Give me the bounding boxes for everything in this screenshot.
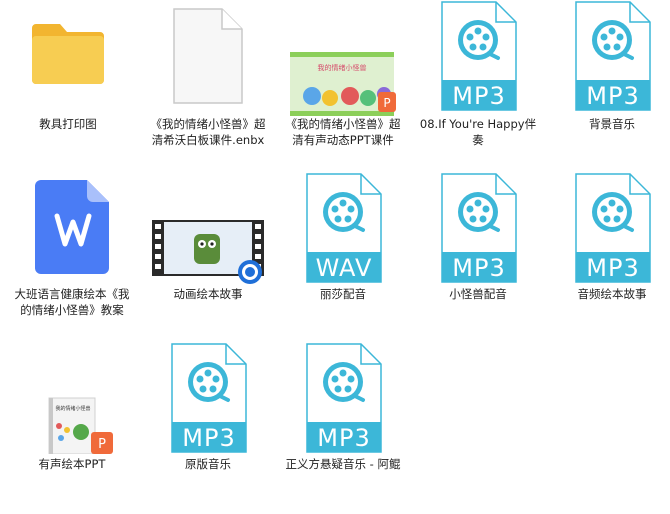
media-player-icon: MP3 <box>575 1 651 111</box>
file-label: 《我的情绪小怪兽》超清有声动态PPT课件 <box>285 117 401 147</box>
file-label: 背景音乐 <box>589 117 635 131</box>
file-item-enbx[interactable]: 《我的情绪小怪兽》超清希沃白板课件.enbx <box>148 6 268 176</box>
media-player-icon: MP3 <box>575 173 651 283</box>
file-label: 音频绘本故事 <box>577 287 647 301</box>
svg-text:P: P <box>98 437 106 452</box>
file-label: 动画绘本故事 <box>173 287 243 301</box>
media-player-icon: WAV <box>306 173 382 283</box>
file-item-mp3-happy[interactable]: MP3 08.If You're Happy伴奏 <box>418 0 538 170</box>
file-label: 丽莎配音 <box>320 287 366 301</box>
blank-document-icon <box>173 8 243 104</box>
file-item-mp3-background[interactable]: MP3 背景音乐 <box>552 0 670 170</box>
video-thumbnail-icon <box>152 220 264 284</box>
file-extension: MP3 <box>586 254 639 282</box>
media-player-icon: MP3 <box>441 173 517 283</box>
file-label: 教具打印图 <box>39 117 97 131</box>
wps-document-icon <box>35 180 109 274</box>
file-extension: MP3 <box>452 254 505 282</box>
file-extension: MP3 <box>586 82 639 110</box>
file-item-mp3-suspense[interactable]: MP3 正义方悬疑音乐 - 阿鲲 <box>283 342 403 512</box>
file-extension: MP3 <box>182 424 235 452</box>
file-item-folder[interactable]: 教具打印图 <box>8 6 128 176</box>
media-player-icon: MP3 <box>441 1 517 111</box>
ppt-book-title: 我的情绪小怪兽 <box>55 405 90 412</box>
ppt-thumbnail-icon: P 我的情绪小怪兽 <box>290 52 396 116</box>
folder-icon <box>32 24 104 84</box>
file-item-video[interactable]: 动画绘本故事 <box>148 176 268 346</box>
file-label: 原版音乐 <box>185 457 231 471</box>
file-item-ppt-book[interactable]: 我的情绪小怪兽 P 有声绘本PPT <box>12 344 132 514</box>
file-extension: MP3 <box>452 82 505 110</box>
ppt-thumb-title: 我的情绪小怪兽 <box>318 63 367 72</box>
file-extension: WAV <box>316 254 373 282</box>
ppt-book-thumbnail-icon: 我的情绪小怪兽 P <box>48 397 113 454</box>
file-item-mp3-monster[interactable]: MP3 小怪兽配音 <box>418 172 538 342</box>
file-label: 《我的情绪小怪兽》超清希沃白板课件.enbx <box>150 117 266 147</box>
file-label: 大班语言健康绘本《我的情绪小怪兽》教案 <box>14 287 130 317</box>
media-player-icon: MP3 <box>171 343 247 453</box>
file-item-wps-lesson[interactable]: 大班语言健康绘本《我的情绪小怪兽》教案 <box>12 176 132 346</box>
media-player-icon: MP3 <box>306 343 382 453</box>
file-extension: MP3 <box>317 424 370 452</box>
file-label: 08.If You're Happy伴奏 <box>419 117 537 147</box>
file-item-wav-lisa[interactable]: WAV 丽莎配音 <box>283 172 403 342</box>
file-item-mp3-story[interactable]: MP3 音频绘本故事 <box>552 172 670 342</box>
file-item-ppt-courseware[interactable]: P 我的情绪小怪兽 《我的情绪小怪兽》超清有声动态PPT课件 <box>283 6 403 176</box>
file-label: 正义方悬疑音乐 - 阿鲲 <box>285 457 401 471</box>
svg-text:P: P <box>383 96 390 110</box>
file-label: 有声绘本PPT <box>38 457 106 471</box>
file-label: 小怪兽配音 <box>449 287 507 301</box>
file-item-mp3-original[interactable]: MP3 原版音乐 <box>148 342 268 512</box>
